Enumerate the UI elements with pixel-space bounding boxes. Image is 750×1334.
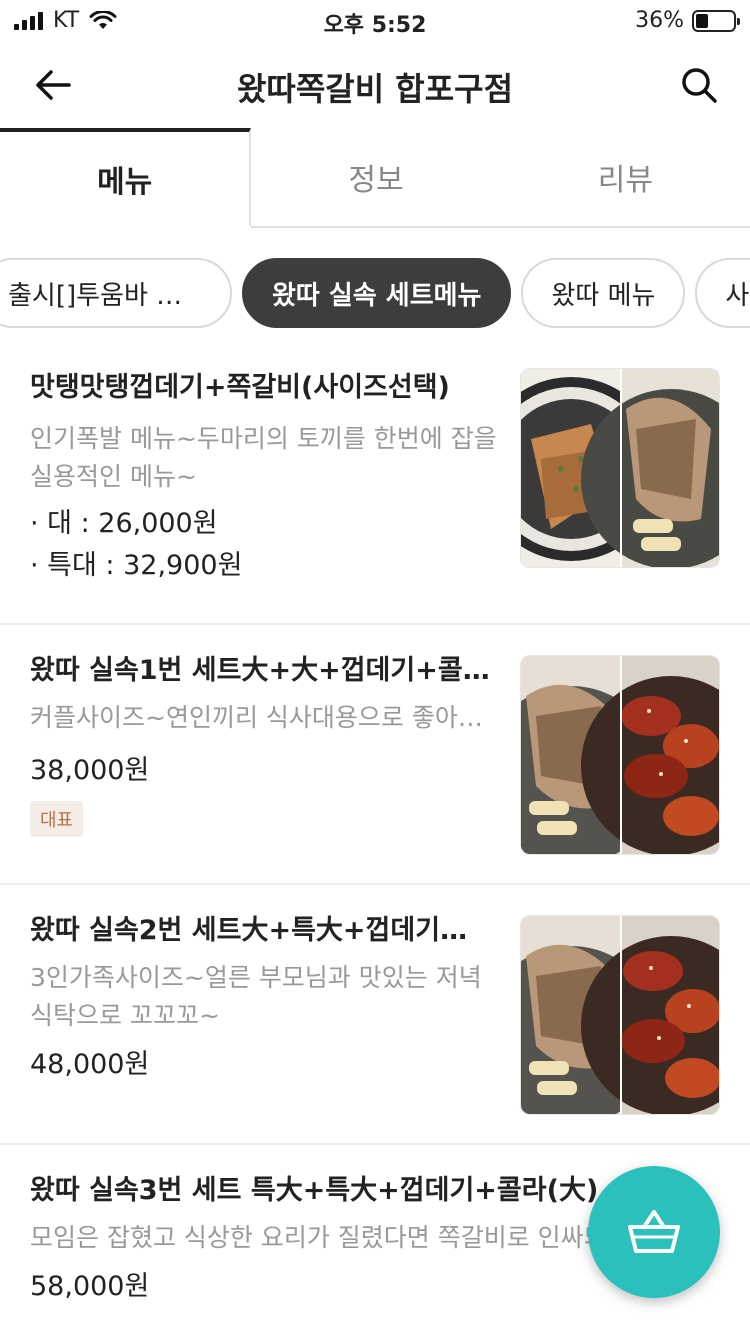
menu-item[interactable]: 맛탱맛탱껍데기+쪽갈비(사이즈선택) 인기폭발 메뉴~두마리의 토끼를 한번에 …	[0, 344, 750, 625]
menu-item-photo	[520, 655, 720, 855]
page-title: 왔따쪽갈비 합포구점	[236, 70, 514, 108]
search-icon	[682, 68, 717, 103]
menu-item-name: 왔따 실속2번 세트大+특大+껍데기…	[30, 915, 468, 946]
menu-item-name: 맛탱맛탱껍데기+쪽갈비(사이즈선택)	[30, 372, 450, 403]
tab-info[interactable]: 정보	[251, 128, 500, 226]
cart-button[interactable]	[588, 1166, 720, 1298]
menu-item-price: · 특대 : 32,900원	[30, 550, 243, 581]
menu-item-price: · 대 : 26,000원	[30, 508, 218, 539]
menu-item-description: 인기폭발 메뉴~두마리의 토끼를 한번에 잡을 실용적인 메뉴~	[30, 424, 497, 491]
menu-item-description: 커플사이즈~연인끼리 식사대용으로 좋아욤~	[30, 703, 500, 732]
menu-item-photo	[520, 915, 720, 1115]
menu-item-price: 48,000원	[30, 1049, 150, 1080]
menu-item-photo	[520, 368, 720, 568]
category-chip-set-menu[interactable]: 왔따 실속 세트메뉴	[242, 258, 512, 328]
basket-icon	[628, 1210, 680, 1253]
menu-item-description: 3인가족사이즈~얼른 부모님과 맛있는 저녁 식탁으로 꼬꼬꼬~	[30, 963, 482, 1030]
tab-menu[interactable]: 메뉴	[0, 128, 252, 228]
menu-item[interactable]: 왔따 실속2번 세트大+특大+껍데기… 3인가족사이즈~얼른 부모님과 맛있는 …	[0, 885, 750, 1145]
menu-item-name: 왔따 실속1번 세트大+大+껍데기+콜…	[30, 655, 490, 686]
category-chips: 출시[]투움바 쪽… 왔따 실속 세트메뉴 왔따 메뉴 사이	[0, 228, 750, 344]
tab-reviews[interactable]: 리뷰	[501, 128, 750, 226]
category-chip-side[interactable]: 사이	[695, 258, 750, 328]
category-chip-tuumba[interactable]: 출시[]투움바 쪽…	[0, 258, 232, 328]
store-tabs: 메뉴 정보 리뷰	[0, 128, 750, 228]
status-bar: KT 오후 5:52 36%	[0, 0, 750, 42]
app-header: 왔따쪽갈비 합포구점	[0, 42, 750, 128]
menu-item[interactable]: 왔따 실속1번 세트大+大+껍데기+콜… 커플사이즈~연인끼리 식사대용으로 좋…	[0, 625, 750, 885]
category-chip-menu[interactable]: 왔따 메뉴	[521, 258, 686, 328]
battery-percent: 36%	[635, 8, 684, 33]
menu-item-price: 38,000원	[30, 755, 150, 786]
representative-badge: 대표	[30, 801, 84, 837]
search-button[interactable]	[676, 62, 722, 108]
battery-icon	[692, 9, 740, 32]
